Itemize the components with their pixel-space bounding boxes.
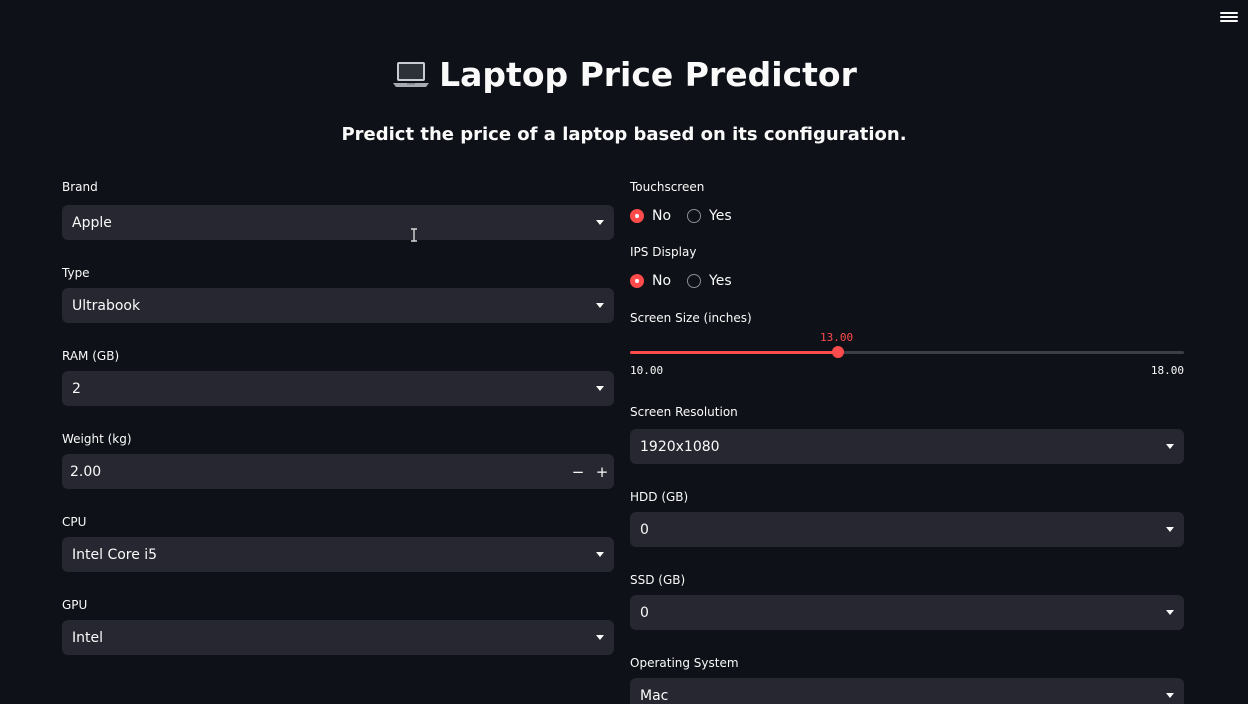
touchscreen-option-yes[interactable]: Yes (687, 208, 732, 224)
radio-selected-icon (630, 209, 644, 223)
chevron-down-icon (1166, 444, 1174, 449)
ips-option-yes-label: Yes (709, 273, 732, 289)
hamburger-menu-icon[interactable] (1220, 10, 1238, 26)
chevron-down-icon (1166, 527, 1174, 532)
ssd-select[interactable]: 0 (630, 595, 1184, 630)
touchscreen-option-no-label: No (652, 208, 672, 224)
resolution-label: Screen Resolution (630, 405, 738, 419)
os-value: Mac (640, 687, 669, 704)
chevron-down-icon (596, 220, 604, 225)
gpu-value: Intel (72, 629, 103, 646)
ips-option-yes[interactable]: Yes (687, 273, 732, 289)
weight-value[interactable]: 2.00 (62, 464, 566, 480)
os-select[interactable]: Mac (630, 678, 1184, 704)
ips-label: IPS Display (630, 245, 697, 259)
ssd-label: SSD (GB) (630, 573, 686, 587)
ram-select[interactable]: 2 (62, 371, 614, 406)
slider-max-label: 18.00 (1150, 364, 1184, 377)
chevron-down-icon (1166, 610, 1174, 615)
touchscreen-option-no[interactable]: No (630, 208, 671, 224)
slider-track[interactable] (630, 346, 1184, 358)
cpu-select[interactable]: Intel Core i5 (62, 537, 614, 572)
chevron-down-icon (596, 386, 604, 391)
resolution-select[interactable]: 1920x1080 (630, 429, 1184, 464)
ips-radio-group: No Yes (630, 270, 1184, 292)
title-text: Laptop Price Predictor (439, 54, 857, 94)
weight-label: Weight (kg) (62, 432, 132, 446)
ssd-value: 0 (640, 604, 649, 621)
touchscreen-radio-group: No Yes (630, 205, 1184, 227)
hdd-label: HDD (GB) (630, 490, 689, 504)
page-title: Laptop Price Predictor (0, 54, 1248, 94)
right-column: Touchscreen No Yes IPS Display No Yes Sc… (630, 178, 1184, 704)
radio-selected-icon (630, 274, 644, 288)
app-page: Laptop Price Predictor Predict the price… (0, 0, 1248, 704)
chevron-down-icon (596, 635, 604, 640)
gpu-label: GPU (62, 598, 88, 612)
laptop-icon (393, 62, 430, 87)
chevron-down-icon (596, 552, 604, 557)
os-label: Operating System (630, 656, 739, 670)
radio-unselected-icon (687, 209, 702, 223)
screen-size-label: Screen Size (inches) (630, 311, 752, 325)
chevron-down-icon (596, 303, 604, 308)
brand-value: Apple (72, 214, 112, 231)
gpu-select[interactable]: Intel (62, 620, 614, 655)
screen-size-slider[interactable]: 13.00 10.00 18.00 (630, 327, 1184, 391)
type-value: Ultrabook (72, 297, 141, 314)
radio-unselected-icon (687, 274, 702, 288)
type-select[interactable]: Ultrabook (62, 288, 614, 323)
weight-input[interactable]: 2.00 − + (62, 454, 614, 489)
cpu-value: Intel Core i5 (72, 546, 158, 563)
touchscreen-option-yes-label: Yes (709, 208, 732, 224)
hdd-value: 0 (640, 521, 649, 538)
weight-increment-button[interactable]: + (590, 454, 614, 489)
touchscreen-label: Touchscreen (630, 180, 705, 194)
brand-select[interactable]: Apple (62, 205, 614, 240)
slider-fill (630, 351, 838, 354)
ram-label: RAM (GB) (62, 349, 120, 363)
weight-decrement-button[interactable]: − (566, 454, 590, 489)
page-subtitle: Predict the price of a laptop based on i… (341, 124, 907, 145)
resolution-value: 1920x1080 (640, 438, 720, 455)
hdd-select[interactable]: 0 (630, 512, 1184, 547)
ips-option-no[interactable]: No (630, 273, 671, 289)
slider-current-value: 13.00 (820, 331, 854, 344)
left-column: Brand Apple Type Ultrabook RAM (GB) 2 We… (62, 178, 614, 655)
slider-min-label: 10.00 (630, 364, 664, 377)
brand-label: Brand (62, 180, 98, 194)
slider-thumb[interactable] (832, 346, 844, 358)
cpu-label: CPU (62, 515, 87, 529)
type-label: Type (62, 266, 90, 280)
ram-value: 2 (72, 380, 81, 397)
ips-option-no-label: No (652, 273, 672, 289)
chevron-down-icon (1166, 693, 1174, 698)
text-cursor-icon (411, 228, 417, 242)
